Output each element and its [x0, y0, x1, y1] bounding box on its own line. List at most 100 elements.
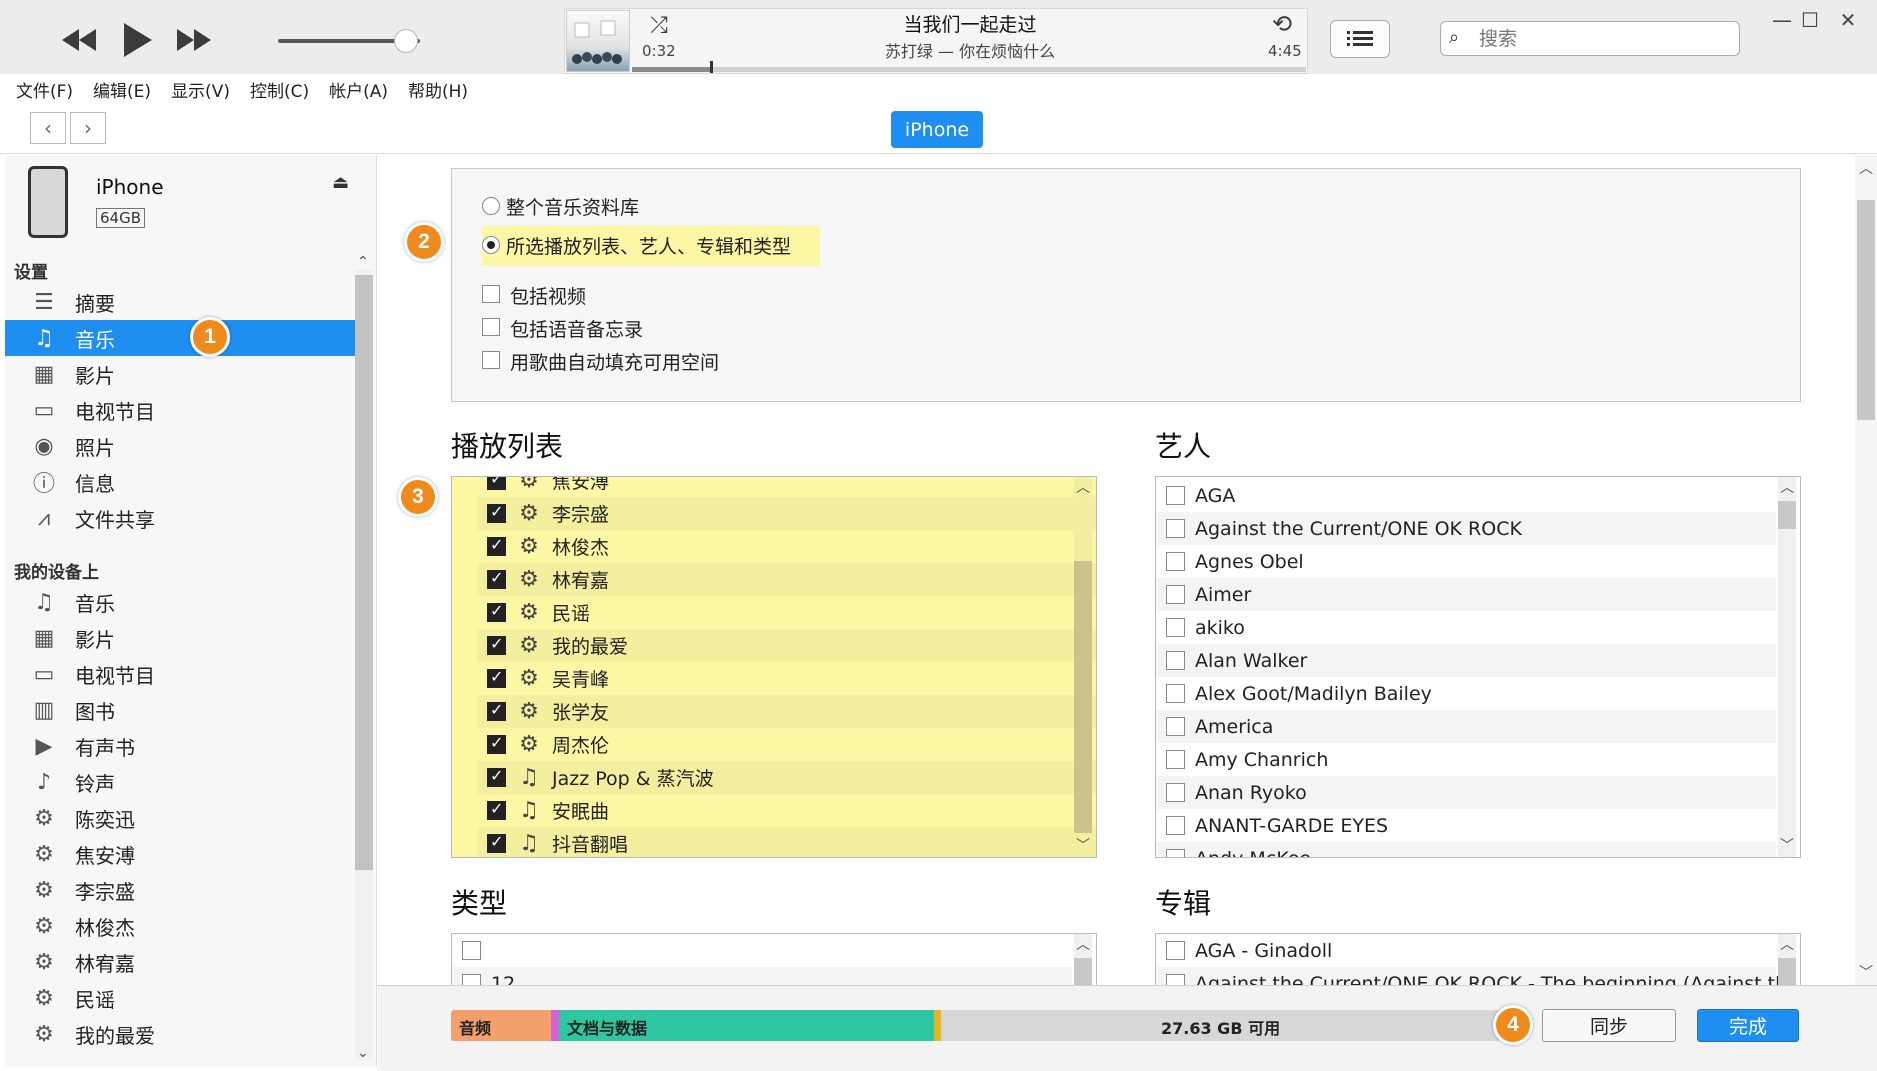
artist-checkbox[interactable]: [1166, 618, 1185, 637]
scroll-up-icon[interactable]: ︿: [1074, 479, 1092, 497]
repeat-icon[interactable]: ⟲: [1264, 10, 1300, 38]
artist-checkbox[interactable]: [1166, 486, 1185, 505]
playlist-checkbox[interactable]: [487, 700, 506, 721]
sidebar-scrollbar-thumb[interactable]: [355, 275, 373, 870]
menu-controls[interactable]: 控制(C): [250, 77, 309, 102]
menu-help[interactable]: 帮助(H): [408, 77, 468, 102]
scroll-up-icon[interactable]: ︿: [1074, 936, 1092, 954]
scroll-up-icon[interactable]: ︿: [1778, 479, 1796, 497]
done-button[interactable]: 完成: [1697, 1009, 1799, 1042]
albums-scrollbar[interactable]: ︿: [1778, 934, 1796, 992]
close-button[interactable]: ✕: [1830, 6, 1866, 34]
artist-row[interactable]: Against the Current/ONE OK ROCK: [1156, 512, 1776, 545]
rewind-icon[interactable]: [55, 22, 103, 58]
artist-checkbox[interactable]: [1166, 519, 1185, 538]
menu-view[interactable]: 显示(V): [171, 77, 230, 102]
sidebar-item[interactable]: ◉ 照片: [5, 428, 355, 464]
artist-row[interactable]: Aimer: [1156, 578, 1776, 611]
artists-scroll-thumb[interactable]: [1778, 501, 1796, 529]
sidebar-item[interactable]: ▶ 有声书: [5, 728, 355, 764]
sidebar-item[interactable]: ⚙ 林宥嘉: [5, 944, 355, 980]
playlist-row[interactable]: ⚙ 焦安溥: [477, 477, 1096, 497]
playlist-row[interactable]: ⚙ 我的最爱: [477, 629, 1096, 662]
artists-scrollbar[interactable]: ︿ ﹀: [1778, 477, 1796, 857]
playlist-row[interactable]: ⚙ 李宗盛: [477, 497, 1096, 530]
shuffle-icon[interactable]: ⤮: [642, 12, 676, 38]
sync-button[interactable]: 同步: [1542, 1009, 1676, 1042]
checkbox-autofill[interactable]: [482, 351, 500, 369]
artist-row[interactable]: Alex Goot/Madilyn Bailey: [1156, 677, 1776, 710]
artist-row[interactable]: America: [1156, 710, 1776, 743]
sidebar-item[interactable]: ⚙ 民谣: [5, 980, 355, 1016]
playlist-row[interactable]: ♫ 抖音翻唱: [477, 827, 1096, 857]
playlist-checkbox[interactable]: [487, 832, 506, 853]
radio-entire-library[interactable]: [482, 197, 500, 215]
sidebar-item[interactable]: ⚙ 林俊杰: [5, 908, 355, 944]
genres-scrollbar[interactable]: ︿: [1074, 934, 1092, 992]
sidebar-item[interactable]: ⚙ 李宗盛: [5, 872, 355, 908]
playlist-checkbox[interactable]: [487, 535, 506, 556]
storage-bar[interactable]: 音频 文档与数据 27.63 GB 可用: [451, 1010, 1501, 1041]
artist-row[interactable]: akiko: [1156, 611, 1776, 644]
scroll-down-icon[interactable]: ﹀: [1778, 837, 1796, 855]
playlist-checkbox[interactable]: [487, 667, 506, 688]
artist-checkbox[interactable]: [1166, 849, 1185, 857]
sidebar-item[interactable]: ▥ 图书: [5, 692, 355, 728]
main-scroll-down-icon[interactable]: ﹀: [1859, 962, 1873, 982]
eject-icon[interactable]: ⏏: [332, 172, 349, 193]
sidebar-scroll-down-icon[interactable]: ⌄: [357, 1045, 369, 1061]
artist-row[interactable]: Alan Walker: [1156, 644, 1776, 677]
sidebar-item[interactable]: ⚙ 焦安溥: [5, 836, 355, 872]
playback-progress[interactable]: [632, 67, 1306, 72]
maximize-button[interactable]: ☐: [1792, 6, 1828, 34]
checkbox-include-videos[interactable]: [482, 285, 500, 303]
playlist-row[interactable]: ⚙ 吴青峰: [477, 662, 1096, 695]
playlist-checkbox[interactable]: [487, 733, 506, 754]
fast-forward-icon[interactable]: [170, 22, 218, 58]
artist-row[interactable]: AGA: [1156, 479, 1776, 512]
checkbox-include-voice-memos[interactable]: [482, 318, 500, 336]
genre-checkbox[interactable]: [462, 941, 481, 960]
album-artwork[interactable]: [566, 10, 630, 72]
playlist-checkbox[interactable]: [487, 799, 506, 820]
playlist-row[interactable]: ⚙ 民谣: [477, 596, 1096, 629]
search-input[interactable]: [1479, 26, 1729, 52]
sidebar-item[interactable]: ▭ 电视节目: [5, 392, 355, 428]
playlist-row[interactable]: ♫ Jazz Pop & 蒸汽波: [477, 761, 1096, 794]
volume-knob[interactable]: [394, 29, 418, 53]
sidebar-item[interactable]: ⚙ 陈奕迅: [5, 800, 355, 836]
playlist-row[interactable]: ⚙ 周杰伦: [477, 728, 1096, 761]
playlist-checkbox[interactable]: [487, 502, 506, 523]
artist-checkbox[interactable]: [1166, 717, 1185, 736]
sidebar-item[interactable]: ▦ 影片: [5, 356, 355, 392]
menu-account[interactable]: 帐户(A): [329, 77, 388, 102]
sidebar-item[interactable]: ⚙ 我的最爱: [5, 1016, 355, 1052]
artist-checkbox[interactable]: [1166, 552, 1185, 571]
artist-row[interactable]: Andy McKee: [1156, 842, 1776, 857]
sidebar-item[interactable]: ♫ 音乐: [5, 584, 355, 620]
sidebar-item[interactable]: ⩘ 文件共享: [5, 500, 355, 536]
playlist-checkbox[interactable]: [487, 601, 506, 622]
back-button[interactable]: ‹: [30, 112, 66, 144]
artist-checkbox[interactable]: [1166, 750, 1185, 769]
device-tab[interactable]: iPhone: [891, 111, 983, 148]
playlist-row[interactable]: ♫ 安眠曲: [477, 794, 1096, 827]
sidebar-item[interactable]: ▦ 影片: [5, 620, 355, 656]
search-box[interactable]: ⌕: [1440, 21, 1740, 56]
album-row[interactable]: AGA - Ginadoll: [1156, 934, 1776, 967]
menu-edit[interactable]: 编辑(E): [93, 77, 151, 102]
artist-checkbox[interactable]: [1166, 684, 1185, 703]
playlist-checkbox[interactable]: [487, 766, 506, 787]
playlists-scroll-thumb[interactable]: [1074, 561, 1092, 833]
playlist-checkbox[interactable]: [487, 477, 506, 490]
main-scrollbar-thumb[interactable]: [1857, 200, 1875, 420]
playlist-checkbox[interactable]: [487, 568, 506, 589]
artist-checkbox[interactable]: [1166, 816, 1185, 835]
play-icon[interactable]: [115, 16, 159, 64]
menu-file[interactable]: 文件(F): [16, 77, 73, 102]
up-next-list-button[interactable]: [1330, 20, 1390, 58]
playlist-checkbox[interactable]: [487, 634, 506, 655]
sidebar-item[interactable]: ⓘ 信息: [5, 464, 355, 500]
sidebar-item[interactable]: ♫ 音乐: [5, 320, 355, 356]
artist-checkbox[interactable]: [1166, 783, 1185, 802]
